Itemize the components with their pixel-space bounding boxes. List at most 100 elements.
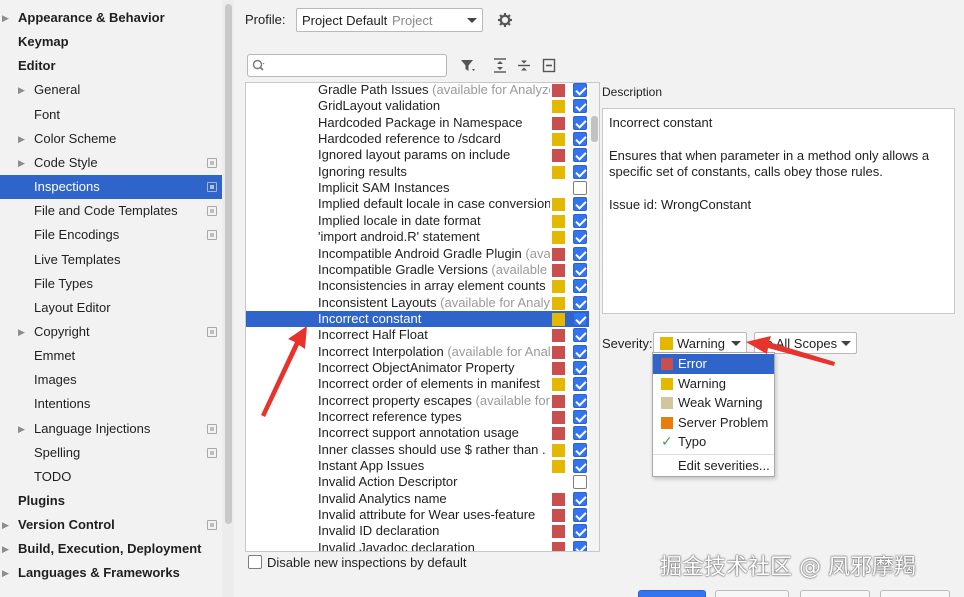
inspection-row[interactable]: Invalid Action Descriptor	[246, 474, 590, 490]
inspection-row[interactable]: Incorrect ObjectAnimator Property	[246, 360, 590, 376]
chevron-right-icon[interactable]: ▶	[2, 513, 9, 537]
inspection-row[interactable]: Incompatible Android Gradle Plugin (avai	[246, 246, 590, 262]
search-input[interactable]	[247, 54, 447, 77]
ok-button[interactable]	[638, 590, 706, 597]
severity-select[interactable]: Warning	[653, 332, 747, 354]
inspection-enabled-checkbox[interactable]	[573, 262, 587, 277]
severity-option-error[interactable]: Error	[653, 354, 774, 374]
inspection-enabled-checkbox[interactable]	[573, 475, 587, 490]
inspection-row[interactable]: Incorrect property escapes (available fo…	[246, 393, 590, 409]
sidebar-item-plugins[interactable]: Plugins	[0, 489, 234, 513]
chevron-right-icon[interactable]: ▶	[18, 127, 25, 151]
inspection-enabled-checkbox[interactable]	[573, 459, 587, 474]
sidebar-item-inspections[interactable]: Inspections	[0, 175, 234, 200]
chevron-right-icon[interactable]: ▶	[18, 78, 25, 102]
profile-select[interactable]: Project Default Project	[296, 8, 483, 32]
inspection-row[interactable]: GridLayout validation	[246, 98, 590, 114]
inspection-enabled-checkbox[interactable]	[573, 230, 587, 245]
inspection-row[interactable]: Incorrect Half Float	[246, 327, 590, 343]
sidebar-item-file-encodings[interactable]: File Encodings	[0, 223, 234, 247]
inspection-enabled-checkbox[interactable]	[573, 148, 587, 163]
sidebar-item-images[interactable]: Images	[0, 368, 234, 392]
inspection-row[interactable]: Inconsistent Layouts (available for Anal…	[246, 295, 590, 311]
inspection-enabled-checkbox[interactable]	[573, 83, 587, 97]
inspection-enabled-checkbox[interactable]	[573, 181, 587, 196]
inspection-enabled-checkbox[interactable]	[573, 393, 587, 408]
sidebar-item-emmet[interactable]: Emmet	[0, 344, 234, 368]
inspection-enabled-checkbox[interactable]	[573, 213, 587, 228]
sidebar-item-languages-frameworks[interactable]: ▶ Languages & Frameworks	[0, 561, 234, 585]
expand-all-icon[interactable]	[493, 58, 507, 73]
list-scrollbar[interactable]	[589, 83, 599, 551]
inspection-enabled-checkbox[interactable]	[573, 524, 587, 539]
sidebar-item-version-control[interactable]: ▶ Version Control	[0, 513, 234, 537]
inspection-row[interactable]: 'import android.R' statement	[246, 229, 590, 245]
inspection-row[interactable]: Inconsistencies in array element counts	[246, 278, 590, 294]
disable-new-checkbox[interactable]	[248, 555, 262, 569]
inspection-enabled-checkbox[interactable]	[573, 197, 587, 212]
inspection-enabled-checkbox[interactable]	[573, 377, 587, 392]
inspection-enabled-checkbox[interactable]	[573, 311, 587, 326]
inspection-row[interactable]: Invalid Analytics name	[246, 491, 590, 507]
inspection-row[interactable]: Hardcoded Package in Namespace	[246, 115, 590, 131]
inspection-enabled-checkbox[interactable]	[573, 164, 587, 179]
inspection-enabled-checkbox[interactable]	[573, 328, 587, 343]
inspection-row[interactable]: Inner classes should use $ rather than .	[246, 442, 590, 458]
inspection-row[interactable]: Ignored layout params on include	[246, 147, 590, 163]
help-button[interactable]	[880, 590, 950, 597]
inspection-row[interactable]: Ignoring results	[246, 164, 590, 180]
sidebar-item-appearance-behavior[interactable]: ▶ Appearance & Behavior	[0, 6, 234, 30]
inspection-row[interactable]: Instant App Issues	[246, 458, 590, 474]
chevron-right-icon[interactable]: ▶	[2, 6, 9, 30]
sidebar-item-layout-editor[interactable]: Layout Editor	[0, 296, 234, 320]
filter-icon[interactable]	[460, 58, 476, 74]
sidebar-item-todo[interactable]: TODO	[0, 465, 234, 489]
reset-icon[interactable]	[542, 58, 556, 73]
sidebar-item-file-types[interactable]: File Types	[0, 272, 234, 296]
inspection-row[interactable]: Invalid Javadoc declaration	[246, 540, 590, 551]
inspection-row[interactable]: Invalid ID declaration	[246, 523, 590, 539]
edit-severities-menu-item[interactable]: Edit severities...	[653, 456, 774, 476]
severity-option-weak-warning[interactable]: Weak Warning	[653, 393, 774, 413]
sidebar-item-font[interactable]: Font	[0, 103, 234, 127]
chevron-right-icon[interactable]: ▶	[2, 537, 9, 561]
sidebar-item-spelling[interactable]: Spelling	[0, 441, 234, 465]
inspection-enabled-checkbox[interactable]	[573, 246, 587, 261]
severity-option-warning[interactable]: Warning	[653, 374, 774, 394]
inspection-enabled-checkbox[interactable]	[573, 115, 587, 130]
inspection-enabled-checkbox[interactable]	[573, 410, 587, 424]
inspection-enabled-checkbox[interactable]	[573, 132, 587, 147]
scope-select[interactable]: In All Scopes	[754, 332, 857, 354]
inspection-enabled-checkbox[interactable]	[573, 295, 587, 310]
collapse-all-icon[interactable]	[517, 58, 531, 73]
inspection-row[interactable]: Incorrect support annotation usage	[246, 425, 590, 441]
chevron-right-icon[interactable]: ▶	[18, 417, 25, 441]
sidebar-scrollbar-thumb[interactable]	[225, 4, 232, 524]
inspection-enabled-checkbox[interactable]	[573, 491, 587, 506]
severity-option-server-problem[interactable]: Server Problem	[653, 413, 774, 433]
sidebar-item-build-execution-deployment[interactable]: ▶ Build, Execution, Deployment	[0, 537, 234, 561]
sidebar-item-code-style[interactable]: ▶ Code Style	[0, 151, 234, 175]
chevron-right-icon[interactable]: ▶	[2, 561, 9, 585]
sidebar-item-color-scheme[interactable]: ▶ Color Scheme	[0, 127, 234, 151]
inspection-row[interactable]: Incompatible Gradle Versions (available …	[246, 262, 590, 278]
sidebar-item-general[interactable]: ▶ General	[0, 78, 234, 102]
sidebar-item-copyright[interactable]: ▶ Copyright	[0, 320, 234, 344]
inspection-row[interactable]: Hardcoded reference to /sdcard	[246, 131, 590, 147]
apply-button[interactable]	[800, 590, 870, 597]
severity-option-typo[interactable]: ✓ Typo	[653, 432, 774, 452]
cancel-button[interactable]	[715, 590, 789, 597]
inspection-enabled-checkbox[interactable]	[573, 540, 587, 551]
inspection-enabled-checkbox[interactable]	[573, 360, 587, 375]
sidebar-item-file-and-code-templates[interactable]: File and Code Templates	[0, 199, 234, 223]
sidebar-item-editor[interactable]: Editor	[0, 54, 234, 78]
chevron-right-icon[interactable]: ▶	[18, 151, 25, 175]
chevron-right-icon[interactable]: ▶	[18, 320, 25, 344]
inspection-row[interactable]: Incorrect reference types	[246, 409, 590, 425]
inspection-row[interactable]: Incorrect order of elements in manifest	[246, 376, 590, 392]
inspection-row[interactable]: Implied locale in date format	[246, 213, 590, 229]
sidebar-item-keymap[interactable]: Keymap	[0, 30, 234, 54]
inspection-enabled-checkbox[interactable]	[573, 442, 587, 457]
list-scrollbar-thumb[interactable]	[591, 116, 598, 142]
sidebar-item-language-injections[interactable]: ▶ Language Injections	[0, 417, 234, 441]
